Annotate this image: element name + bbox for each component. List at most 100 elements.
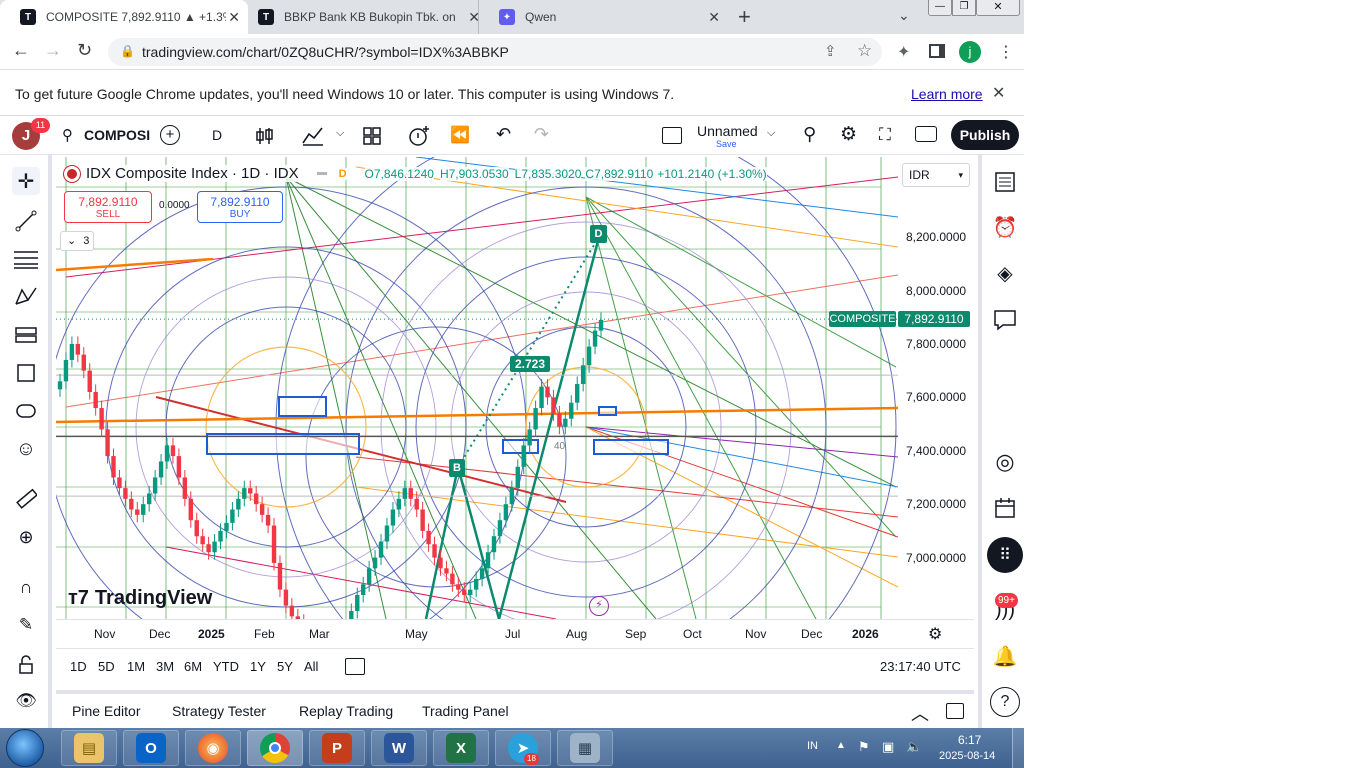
shape-rectangle-icon[interactable] (12, 359, 40, 387)
share-icon[interactable]: ⇪ (824, 42, 837, 60)
target-icon[interactable]: ◎ (990, 447, 1020, 477)
publish-button[interactable]: Publish (951, 120, 1019, 150)
forward-icon[interactable]: → (44, 40, 62, 61)
tab-pine-editor[interactable]: Pine Editor (72, 703, 140, 719)
ratio-label[interactable]: 2.723 (510, 356, 551, 372)
camera-snapshot-icon[interactable] (915, 126, 937, 142)
fullscreen-icon[interactable]: ⛶ (879, 125, 891, 145)
redo-icon[interactable]: ↷ (534, 124, 549, 145)
maximize-panel-icon[interactable] (946, 703, 964, 719)
reload-icon[interactable]: ↻ (77, 40, 92, 61)
maximize-button[interactable]: ❐ (952, 0, 976, 16)
undo-icon[interactable]: ↶ (496, 124, 511, 145)
new-tab-button[interactable]: + (738, 4, 751, 30)
trend-line-icon[interactable] (12, 207, 40, 235)
tab-composite[interactable]: T COMPOSITE 7,892.9110 ▲ +1.3% ✕ (0, 0, 248, 34)
network-icon[interactable]: ▣ (882, 739, 894, 755)
close-infobar-icon[interactable]: ✕ (992, 83, 1005, 103)
minimize-button[interactable]: — (928, 0, 952, 16)
taskbar-firefox[interactable]: ◉ (185, 730, 241, 766)
magnet-icon[interactable]: ∩ (12, 573, 40, 601)
back-icon[interactable]: ← (12, 40, 30, 61)
taskbar-telegram[interactable]: ➤ 18 (495, 730, 551, 766)
fib-retracement-icon[interactable] (12, 245, 40, 273)
range-1d[interactable]: 1D (70, 659, 87, 674)
templates-grid-icon[interactable] (363, 127, 381, 145)
close-window-button[interactable]: ✕ (976, 0, 1020, 16)
tray-expand-icon[interactable]: ▲ (836, 740, 846, 751)
chart-settings-gear-icon[interactable]: ⚙ (928, 624, 942, 644)
symbol-search-input[interactable]: COMPOSI (84, 127, 150, 143)
ruler-icon[interactable] (12, 485, 40, 513)
chevron-down-icon[interactable]: ⌵ (767, 127, 775, 140)
text-annotation-icon[interactable] (12, 397, 40, 425)
price-axis[interactable]: IDR ▾ 8,200.0000 8,000.0000 7,800.0000 7,60… (898, 157, 974, 619)
help-icon[interactable]: ? (990, 687, 1020, 717)
quick-search-icon[interactable]: ⚲ (803, 124, 816, 145)
calendar-icon[interactable] (990, 493, 1020, 523)
range-all[interactable]: All (304, 659, 318, 674)
compare-add-icon[interactable]: + (160, 125, 180, 145)
tab-replay-trading[interactable]: Replay Trading (299, 703, 393, 719)
chevron-up-icon[interactable]: ︿ (911, 700, 929, 726)
layout-select-icon[interactable] (662, 127, 682, 144)
address-bar[interactable]: 🔒 tradingview.com/chart/0ZQ8uCHR/?symbol… (108, 38, 882, 66)
go-to-date-icon[interactable] (345, 658, 365, 675)
taskbar-explorer[interactable]: ▤ (61, 730, 117, 766)
taskbar-powerpoint[interactable]: P (309, 730, 365, 766)
time-axis[interactable]: Nov Dec 2025 Feb Mar May Jul Aug Sep Oct… (56, 619, 974, 647)
lock-drawings-icon[interactable] (12, 651, 40, 679)
emoji-icon[interactable]: ☺ (12, 435, 40, 463)
point-d-label[interactable]: D (590, 225, 607, 243)
taskbar-outlook[interactable]: O (123, 730, 179, 766)
input-language[interactable]: IN (807, 740, 818, 752)
replay-icon[interactable]: ⏪ (450, 125, 470, 145)
alarm-clock-icon[interactable]: ⏰ (990, 212, 1020, 242)
tab-qwen[interactable]: ✦ Qwen ✕ (478, 0, 728, 34)
close-tab-icon[interactable]: ✕ (708, 9, 720, 26)
settings-gear-icon[interactable]: ⚙ (840, 123, 857, 146)
profile-avatar[interactable]: j (959, 41, 981, 63)
point-b-label[interactable]: B (449, 459, 465, 477)
search-icon[interactable]: ⚲ (62, 126, 73, 144)
pattern-icon[interactable] (12, 283, 40, 311)
watchlist-icon[interactable] (990, 167, 1020, 197)
range-5d[interactable]: 5D (98, 659, 115, 674)
crosshair-icon[interactable]: ✛ (12, 167, 40, 195)
chart-pane[interactable]: IDX Composite Index · 1D · IDX D O7,846.… (56, 157, 898, 619)
chrome-menu-icon[interactable]: ⋮ (998, 42, 1014, 62)
action-center-icon[interactable]: ⚑ (858, 739, 870, 755)
clock-time[interactable]: 6:17 (958, 733, 981, 747)
tab-strategy-tester[interactable]: Strategy Tester (172, 703, 266, 719)
layout-name[interactable]: Unnamed (697, 123, 758, 139)
price-chart[interactable] (56, 157, 898, 619)
indicators-toggle[interactable]: ⌄ 3 (60, 231, 94, 251)
taskbar-calculator[interactable]: ▦ (557, 730, 613, 766)
clock-date[interactable]: 2025-08-14 (939, 750, 995, 762)
bookmark-star-icon[interactable]: ☆ (857, 41, 872, 61)
tab-trading-panel[interactable]: Trading Panel (422, 703, 509, 719)
alert-add-icon[interactable] (408, 125, 430, 147)
utc-clock[interactable]: 23:17:40 UTC (880, 659, 961, 674)
show-desktop-button[interactable] (1012, 728, 1024, 768)
range-3m[interactable]: 3M (156, 659, 174, 674)
projection-icon[interactable] (12, 321, 40, 349)
range-1y[interactable]: 1Y (250, 659, 266, 674)
chat-icon[interactable] (990, 305, 1020, 335)
tab-bbkp[interactable]: T BBKP Bank KB Bukopin Tbk. on St ✕ (238, 0, 488, 34)
side-panel-icon[interactable] (929, 44, 945, 58)
taskbar-chrome[interactable] (247, 730, 303, 766)
chevron-down-icon[interactable]: ⌵ (336, 127, 344, 140)
range-5y[interactable]: 5Y (277, 659, 293, 674)
volume-icon[interactable]: 🔈 (906, 739, 922, 755)
zoom-in-icon[interactable]: ⊕ (12, 523, 40, 551)
legend-title[interactable]: IDX Composite Index · 1D · IDX (86, 165, 299, 182)
learn-more-link[interactable]: Learn more (911, 86, 983, 102)
layers-icon[interactable]: ◈ (990, 258, 1020, 288)
indicators-icon[interactable] (302, 126, 324, 146)
apps-grid-icon[interactable]: ⠿ (987, 537, 1023, 573)
hide-drawings-icon[interactable]: 👁 (12, 687, 40, 715)
draw-mode-icon[interactable]: ✎ (12, 611, 40, 639)
taskbar-excel[interactable]: X (433, 730, 489, 766)
sell-button[interactable]: 7,892.9110 SELL (64, 191, 152, 223)
